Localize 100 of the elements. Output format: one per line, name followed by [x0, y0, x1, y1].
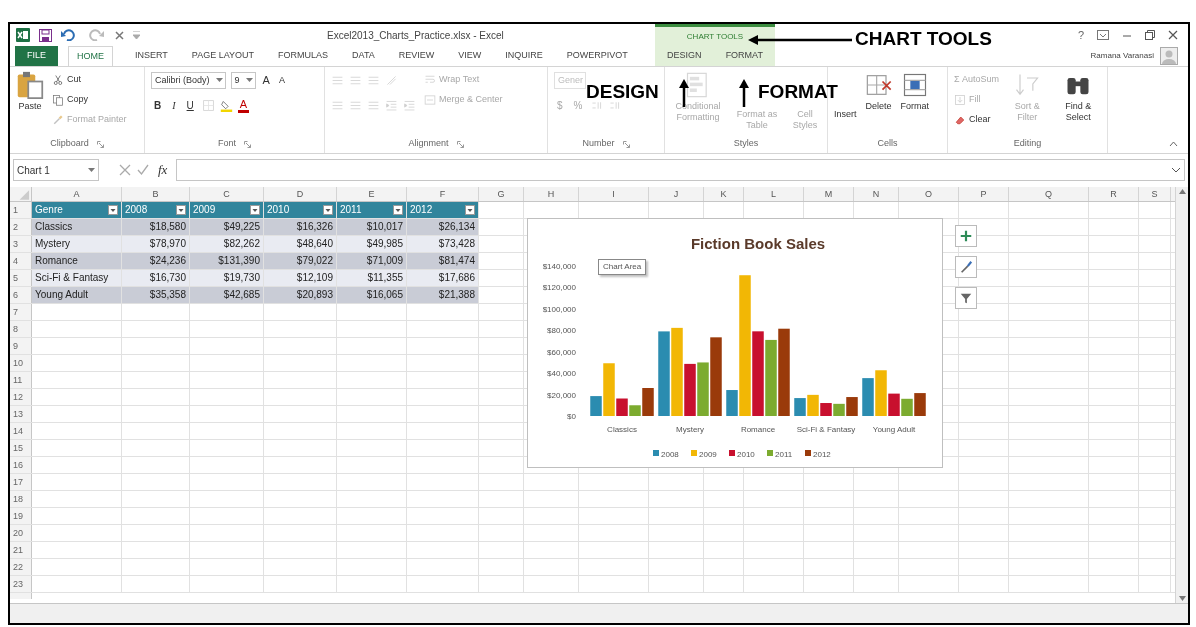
row-header[interactable]: 18	[10, 491, 32, 507]
row-header[interactable]: 11	[10, 372, 32, 388]
ribbon-button[interactable]: Clear	[954, 112, 1000, 127]
row-header[interactable]: 15	[10, 440, 32, 456]
fill-color-icon[interactable]	[219, 99, 233, 112]
row-header[interactable]: 8	[10, 321, 32, 337]
column-header[interactable]: S	[1139, 187, 1171, 201]
bar[interactable]	[807, 394, 819, 416]
column-header[interactable]: P	[959, 187, 1009, 201]
close-icon[interactable]	[1168, 30, 1178, 40]
filter-dropdown-icon[interactable]	[108, 205, 118, 215]
dropdown-field[interactable]: 9	[230, 72, 256, 89]
ribbon-button[interactable]: Delete	[864, 71, 893, 112]
caret-icon[interactable]	[133, 30, 140, 40]
cancel-icon[interactable]	[119, 164, 131, 176]
row-header[interactable]: 4	[10, 253, 32, 269]
row-header[interactable]: 9	[10, 338, 32, 354]
bar[interactable]	[616, 398, 628, 416]
avatar-icon[interactable]	[1160, 47, 1178, 65]
redo-icon[interactable]	[88, 29, 106, 41]
bar[interactable]	[697, 362, 709, 416]
ribbon-tab[interactable]: INQUIRE	[503, 46, 545, 66]
ribbon-button[interactable]: Paste	[16, 71, 44, 112]
font-color-button[interactable]: A	[237, 98, 250, 113]
row-header[interactable]: 2	[10, 219, 32, 235]
save-icon[interactable]	[39, 28, 52, 42]
formula-input[interactable]	[176, 159, 1185, 181]
bar[interactable]	[752, 331, 764, 416]
bar[interactable]	[642, 388, 654, 416]
bar[interactable]	[901, 398, 913, 416]
scroll-up-icon[interactable]	[1178, 189, 1186, 194]
column-header[interactable]: G	[479, 187, 524, 201]
row-header[interactable]: 7	[10, 304, 32, 320]
row-header[interactable]: 3	[10, 236, 32, 252]
collapse-ribbon-icon[interactable]	[1169, 141, 1178, 147]
check-icon[interactable]	[137, 164, 149, 176]
close-icon[interactable]	[115, 30, 124, 40]
bar[interactable]	[684, 363, 696, 416]
row-header[interactable]: 21	[10, 542, 32, 558]
user-name[interactable]: Ramana Varanasi	[1090, 50, 1154, 62]
scroll-down-icon[interactable]	[1178, 596, 1186, 601]
bar[interactable]	[888, 393, 900, 416]
ribbon-tab[interactable]: DESIGN	[663, 46, 706, 66]
filter-dropdown-icon[interactable]	[176, 205, 186, 215]
restore-icon[interactable]	[1145, 30, 1155, 40]
bar[interactable]	[658, 331, 670, 416]
column-header[interactable]: L	[744, 187, 804, 201]
ribbon-button[interactable]: Cut	[52, 72, 127, 87]
launcher-icon[interactable]	[244, 140, 251, 148]
row-header[interactable]: 13	[10, 406, 32, 422]
column-header[interactable]: R	[1089, 187, 1139, 201]
ribbon-button[interactable]: Find & Select	[1055, 71, 1101, 123]
ribbon-display-icon[interactable]	[1097, 30, 1109, 40]
ribbon-tab[interactable]: POWERPIVOT	[564, 46, 630, 66]
ribbon-tab[interactable]: INSERT	[133, 46, 170, 66]
ribbon-tab[interactable]: FORMULAS	[276, 46, 331, 66]
filter-dropdown-icon[interactable]	[465, 205, 475, 215]
help-button[interactable]: ?	[1077, 26, 1084, 44]
row-header[interactable]: 23	[10, 576, 32, 592]
column-header[interactable]: F	[407, 187, 479, 201]
insert-function-button[interactable]: fx	[155, 160, 171, 180]
dropdown-field[interactable]: Calibri (Body)	[151, 72, 226, 89]
column-header[interactable]: N	[854, 187, 899, 201]
column-header[interactable]: Q	[1009, 187, 1089, 201]
shrink-font-button[interactable]: A	[276, 73, 287, 88]
column-header[interactable]: D	[264, 187, 337, 201]
ribbon-tab[interactable]: REVIEW	[396, 46, 437, 66]
bar[interactable]	[778, 328, 790, 416]
ribbon-tab[interactable]: VIEW	[456, 46, 484, 66]
bar[interactable]	[629, 405, 641, 416]
filter-dropdown-icon[interactable]	[393, 205, 403, 215]
row-header[interactable]: 1	[10, 202, 32, 218]
launcher-icon[interactable]	[456, 140, 464, 148]
bold-button[interactable]: B	[151, 98, 165, 113]
name-box[interactable]: Chart 1	[13, 159, 99, 181]
ribbon-tab[interactable]: DATA	[350, 46, 377, 66]
grow-font-button[interactable]: A	[260, 72, 272, 89]
chart-side-button[interactable]	[955, 287, 977, 309]
column-header[interactable]: J	[649, 187, 704, 201]
column-header[interactable]: H	[524, 187, 579, 201]
row-header[interactable]: 19	[10, 508, 32, 524]
vertical-scrollbar[interactable]	[1175, 187, 1188, 603]
row-header[interactable]: 22	[10, 559, 32, 575]
ribbon-button[interactable]: Format	[900, 71, 930, 112]
row-header[interactable]: 10	[10, 355, 32, 371]
ribbon-button[interactable]: Insert	[834, 109, 857, 120]
column-header[interactable]: K	[704, 187, 744, 201]
launcher-icon[interactable]	[622, 140, 630, 148]
bar[interactable]	[833, 403, 845, 416]
chart-side-button[interactable]	[955, 225, 977, 247]
underline-button[interactable]: U	[183, 98, 197, 113]
bar[interactable]	[726, 390, 738, 416]
file-tab[interactable]: FILE	[15, 46, 58, 66]
bar[interactable]	[820, 403, 832, 416]
column-header[interactable]: I	[579, 187, 649, 201]
row-header[interactable]: 20	[10, 525, 32, 541]
filter-dropdown-icon[interactable]	[323, 205, 333, 215]
chart-area[interactable]: Fiction Book Sales $0 $20,000 $40,000 $60,000 $80,000 $100,000 $120,000 $140,000 Classics Mystery Romance Sci-Fi & Fantasy Young Adult 2008 2009 2010 2011 2012 Chart Area	[527, 218, 943, 468]
row-header[interactable]: 14	[10, 423, 32, 439]
row-header[interactable]: 12	[10, 389, 32, 405]
